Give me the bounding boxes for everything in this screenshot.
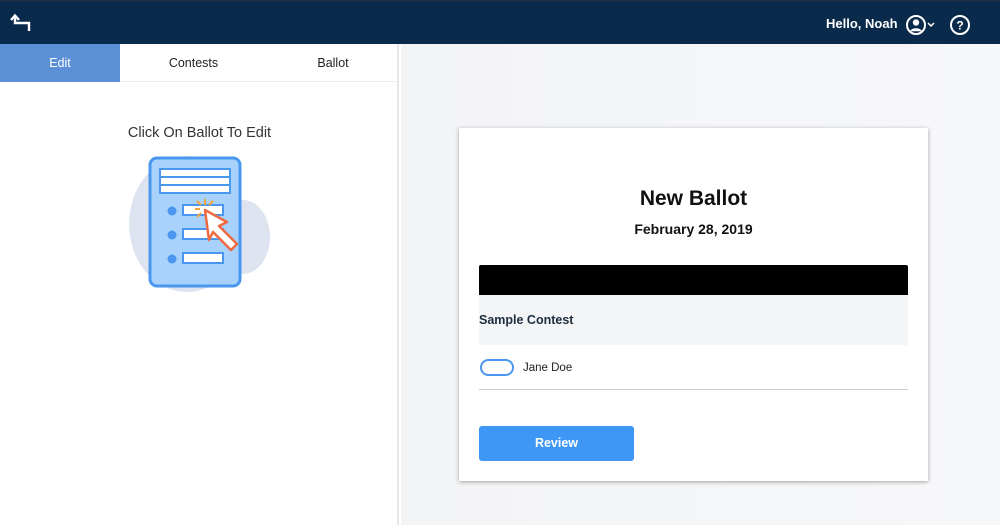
chevron-down-icon xyxy=(927,22,935,28)
editor-sidebar: Edit Contests Ballot Click On Ballot To … xyxy=(0,44,399,525)
contest-title: Sample Contest xyxy=(479,313,574,327)
back-button[interactable] xyxy=(9,10,35,36)
help-button[interactable]: ? xyxy=(949,14,971,36)
ballot-cursor-illustration xyxy=(129,156,270,292)
review-button[interactable]: Review xyxy=(479,426,634,461)
ballot-preview-card[interactable]: New Ballot February 28, 2019 Sample Cont… xyxy=(459,128,928,481)
back-arrow-icon xyxy=(10,13,31,31)
account-menu-button[interactable] xyxy=(905,14,939,36)
ballot-title: New Ballot xyxy=(639,187,748,210)
svg-text:?: ? xyxy=(956,19,963,33)
candidate-select-toggle[interactable] xyxy=(480,359,514,376)
candidate-name: Jane Doe xyxy=(523,362,573,374)
ballot-date: February 28, 2019 xyxy=(634,221,753,237)
user-greeting: Hello, Noah xyxy=(826,16,898,31)
contest-header[interactable]: Sample Contest xyxy=(479,295,908,345)
ballot-header-band xyxy=(479,265,908,295)
edit-hint-text: Click On Ballot To Edit xyxy=(127,125,272,141)
tab-ballot[interactable]: Ballot xyxy=(267,44,399,82)
candidate-row[interactable]: Jane Doe xyxy=(479,350,908,390)
question-circle-icon: ? xyxy=(950,15,970,35)
sidebar-tabs: Edit Contests Ballot xyxy=(0,44,399,82)
top-navigation-bar: Hello, Noah ? xyxy=(0,0,1000,44)
tab-edit[interactable]: Edit xyxy=(0,44,120,82)
user-circle-icon xyxy=(906,15,935,35)
tab-contests[interactable]: Contests xyxy=(120,44,267,82)
